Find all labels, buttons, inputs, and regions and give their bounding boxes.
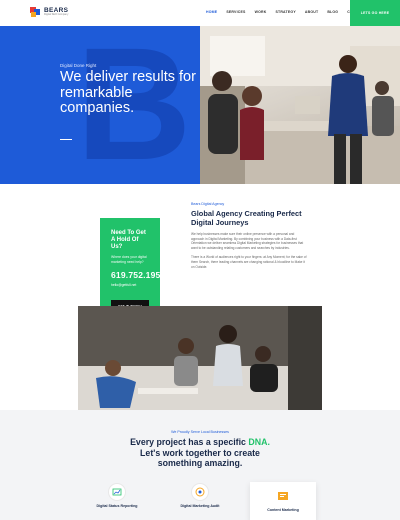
- nav-about[interactable]: ABOUT: [305, 10, 318, 14]
- service-label: Digital Status Reporting: [96, 504, 138, 508]
- dna-title-part: Every project has a specific: [130, 437, 249, 447]
- office-scene-illustration: [200, 26, 400, 184]
- main-nav: HOME SERVICES WORK STRATEGY ABOUT BLOG C…: [206, 10, 365, 14]
- chart-icon: [109, 484, 125, 500]
- service-label: Digital Marketing Audit: [180, 504, 220, 508]
- dna-title-part: Let's work together to create something …: [140, 447, 260, 469]
- agency-intro: Bears Digital Agency Global Agency Creat…: [191, 202, 307, 269]
- brand-logo[interactable]: BEARS Digital SEO Company: [30, 7, 68, 17]
- team-photo: [78, 306, 322, 410]
- contact-phone[interactable]: 619.752.1955: [111, 270, 165, 280]
- hero-section: B Digital Done Right We deliver results …: [0, 26, 400, 184]
- agency-title: Global Agency Creating Perfect Digital J…: [191, 209, 302, 227]
- header-cta-button[interactable]: LETS GO HERE: [350, 0, 400, 26]
- brand-tagline: Digital SEO Company: [44, 13, 69, 16]
- service-content-marketing[interactable]: Content Marketing: [250, 482, 316, 520]
- contact-subtext: Where does your digital marketing need h…: [111, 255, 147, 264]
- team-scene-illustration: [78, 306, 322, 410]
- site-header: BEARS Digital SEO Company HOME SERVICES …: [0, 0, 400, 26]
- agency-paragraph-2: There is a World of audiences right to y…: [191, 255, 307, 269]
- contact-heading: Need To Get A Hold Of Us?: [111, 230, 146, 250]
- service-label: Content Marketing: [267, 508, 299, 512]
- content-icon: [275, 488, 291, 504]
- hero-divider: [60, 139, 72, 140]
- gear-badge-icon: [192, 484, 208, 500]
- contact-email[interactable]: hello@getfull.net: [111, 283, 150, 287]
- dna-kicker: We Proudly Serve Local Businesses: [171, 430, 229, 434]
- agency-paragraph-1: We help businesses make sure their onlin…: [191, 232, 304, 250]
- dna-highlight: DNA.: [248, 437, 270, 447]
- hero-office-photo: [200, 26, 400, 184]
- hero-panel: B Digital Done Right We deliver results …: [0, 26, 200, 184]
- nav-home[interactable]: HOME: [206, 10, 217, 14]
- dna-title: Every project has a specific DNA. Let's …: [120, 437, 280, 469]
- logo-mark-icon: [30, 7, 40, 17]
- nav-services[interactable]: SERVICES: [226, 10, 245, 14]
- nav-blog[interactable]: BLOG: [327, 10, 338, 14]
- nav-strategy[interactable]: STRATEGY: [275, 10, 295, 14]
- nav-work[interactable]: WORK: [255, 10, 267, 14]
- hero-title: We deliver results for remarkable compan…: [60, 69, 196, 116]
- hero-kicker: Digital Done Right: [60, 63, 97, 68]
- agency-kicker: Bears Digital Agency: [191, 202, 225, 206]
- service-status-reporting[interactable]: Digital Status Reporting: [84, 484, 150, 520]
- service-marketing-audit[interactable]: Digital Marketing Audit: [167, 484, 233, 520]
